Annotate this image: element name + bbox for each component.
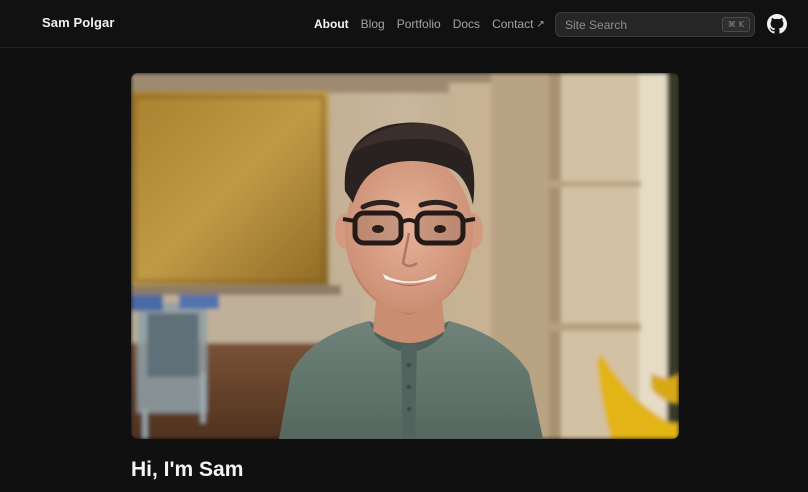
nav-item-contact[interactable]: Contact ↗	[492, 17, 545, 31]
nav-item-contact-label: Contact	[492, 17, 534, 31]
hero-portrait-image	[131, 73, 679, 439]
search-placeholder: Site Search	[565, 17, 628, 32]
page-heading: Hi, I'm Sam	[131, 458, 244, 481]
command-icon: ⌘	[727, 20, 736, 29]
site-brand-link[interactable]: Sam Polgar	[42, 15, 115, 30]
nav-item-docs[interactable]: Docs	[453, 17, 480, 31]
site-search-input[interactable]: Site Search ⌘ K	[555, 12, 755, 37]
shortcut-key: K	[738, 20, 744, 29]
nav-item-about-label: About	[314, 17, 349, 31]
nav-item-docs-label: Docs	[452, 17, 481, 31]
search-shortcut-badge: ⌘ K	[721, 17, 750, 32]
nav-item-about[interactable]: About	[314, 17, 349, 31]
nav-item-blog[interactable]: Blog	[361, 17, 385, 31]
github-icon[interactable]	[767, 14, 787, 34]
site-header: Sam Polgar About Blog Portfolio Docs Con…	[0, 0, 808, 48]
nav-item-portfolio[interactable]: Portfolio	[397, 17, 441, 31]
main-nav: About Blog Portfolio Docs Contact ↗	[314, 17, 557, 31]
external-link-icon: ↗	[536, 18, 545, 30]
nav-item-portfolio-label: Portfolio	[396, 17, 441, 31]
nav-item-blog-label: Blog	[360, 17, 385, 31]
